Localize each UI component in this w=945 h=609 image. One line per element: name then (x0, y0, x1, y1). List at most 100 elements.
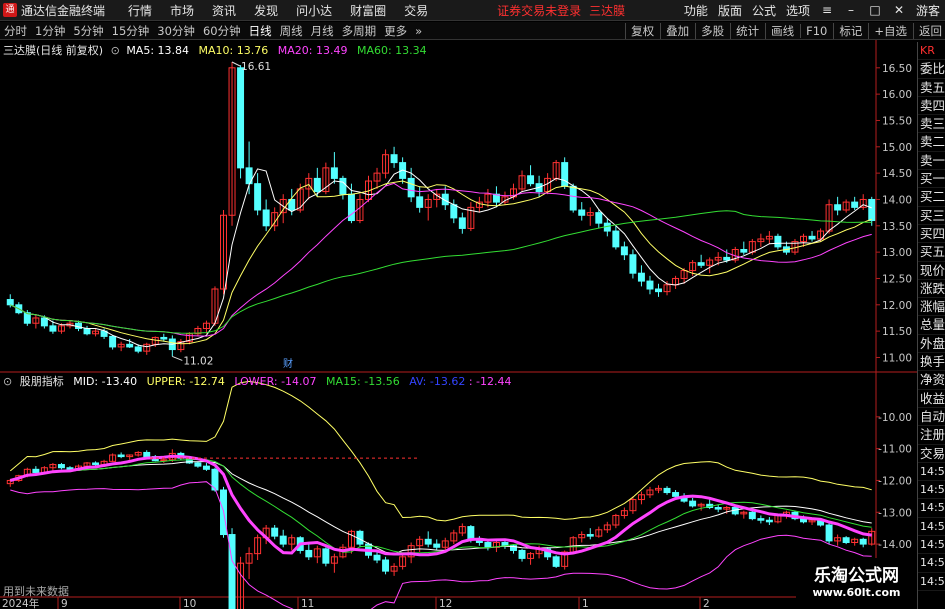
stats-button[interactable]: 统计 (730, 22, 759, 39)
side-tab-item[interactable]: 总量 (918, 316, 945, 335)
add-favorite-button[interactable]: +自选 (868, 22, 907, 39)
side-tab-item[interactable]: 注册 (918, 426, 945, 445)
sub-candle-body (663, 487, 671, 494)
candle-body (83, 328, 91, 335)
candle-body (569, 185, 577, 211)
side-tab-item[interactable]: 净资 (918, 371, 945, 390)
y-tick-label: 16.50 (882, 63, 912, 75)
sub-candle-body (194, 462, 202, 467)
side-tab-item[interactable]: 交易 (918, 445, 945, 463)
watermark-line1: 乐淘公式网 (814, 566, 899, 586)
settings-icon[interactable]: ⊙ (3, 375, 12, 388)
candle-body (646, 280, 654, 290)
side-tab-item[interactable]: 卖三 (918, 115, 945, 134)
side-tab-item[interactable]: 自动 (918, 408, 945, 427)
sub-lower-label: LOWER: -14.07 (234, 375, 317, 388)
period-day[interactable]: 日线 (249, 23, 272, 39)
period-60min[interactable]: 60分钟 (203, 23, 241, 39)
menu-bar: 通 通达信金融终端 行情 市场 资讯 发现 问小达 财富圈 交易 证券交易未登录… (0, 0, 945, 21)
ma20-line (10, 182, 872, 337)
side-tab-item[interactable]: 卖五 (918, 79, 945, 97)
side-tab-item[interactable]: 换手 (918, 353, 945, 372)
candle-body (407, 177, 415, 198)
menu-layout[interactable]: 版面 (718, 2, 742, 19)
side-tab-item[interactable]: 涨跌 (918, 280, 945, 299)
ma10-label: MA10: 13.76 (198, 44, 269, 57)
period-30min[interactable]: 30分钟 (157, 23, 195, 39)
sub-candle-body (714, 507, 722, 510)
side-tab-item[interactable]: 涨幅 (918, 298, 945, 317)
current-stock: 三达膜 (589, 3, 626, 18)
side-tab-item[interactable]: 买五 (918, 243, 945, 262)
sub-candle-body (143, 451, 151, 458)
side-tab-item[interactable]: 买二 (918, 188, 945, 207)
x-month-label: 2 (703, 598, 710, 609)
ma10-line (10, 180, 872, 345)
side-tab-item[interactable]: 买四 (918, 225, 945, 244)
minimize-icon[interactable]: – (844, 3, 858, 17)
chevron-right-icon[interactable]: » (415, 24, 422, 38)
user-guest[interactable]: 游客 (916, 2, 940, 19)
side-tab-item[interactable]: 收益 (918, 390, 945, 408)
close-icon[interactable]: ✕ (892, 3, 906, 17)
menu-formula[interactable]: 公式 (752, 2, 776, 19)
side-tab-item[interactable]: 委比 (918, 60, 945, 79)
side-tab-item[interactable]: 现价 (918, 262, 945, 280)
kr-tab[interactable]: KR (918, 42, 945, 61)
hamburger-icon[interactable]: ≡ (820, 3, 834, 17)
sub-candle-body (467, 526, 475, 540)
multi-stock-button[interactable]: 多股 (695, 22, 724, 39)
side-tab-item[interactable]: 外盘 (918, 335, 945, 354)
sub-mid-label: MID: -13.40 (73, 375, 138, 388)
mark-button[interactable]: 标记 (833, 22, 862, 39)
sub-upper-line (9, 380, 872, 522)
toolbar-right: 复权 叠加 多股 统计 画线 F10 标记 +自选 返回 (622, 22, 945, 39)
sub-candle-body (322, 548, 330, 564)
adjust-button[interactable]: 复权 (625, 22, 654, 39)
draw-button[interactable]: 画线 (765, 22, 794, 39)
ma5-label: MA5: 13.84 (126, 44, 190, 57)
menu-function[interactable]: 功能 (684, 2, 708, 19)
period-week[interactable]: 周线 (280, 23, 303, 39)
side-tab-item[interactable]: 卖四 (918, 97, 945, 116)
y-tick-label: 13.50 (882, 221, 912, 233)
trade-time: 14:55 (918, 481, 945, 500)
overlay-button[interactable]: 叠加 (660, 22, 689, 39)
sub-candle-body (586, 534, 594, 537)
chart-area[interactable]: 16.50 16.00 15.50 15.00 14.50 14.00 13.50 13.00… (0, 40, 917, 609)
kline-chart[interactable]: 16.50 16.00 15.50 15.00 14.50 14.00 13.50 13.00… (0, 40, 917, 609)
candle-body (237, 67, 245, 169)
back-button[interactable]: 返回 (913, 22, 942, 39)
menu-ask[interactable]: 问小达 (296, 2, 332, 19)
sub-upper-label: UPPER: -12.74 (146, 375, 225, 388)
sub-candle-body (305, 549, 313, 558)
f10-button[interactable]: F10 (800, 23, 827, 38)
period-more[interactable]: 更多 (384, 23, 407, 39)
watermark-line2: www.60lt.com (812, 586, 901, 599)
menu-discover[interactable]: 发现 (254, 2, 278, 19)
side-tab-item[interactable]: 卖一 (918, 152, 945, 171)
menu-options[interactable]: 选项 (786, 2, 810, 19)
period-multi[interactable]: 多周期 (342, 23, 377, 39)
sub-candle-body (271, 527, 279, 537)
settings-icon[interactable]: ⊙ (111, 44, 120, 57)
candle-body (262, 209, 270, 227)
period-15min[interactable]: 15分钟 (112, 23, 150, 39)
menu-market[interactable]: 行情 (128, 2, 152, 19)
app-name: 通达信金融终端 (21, 3, 106, 18)
side-tab-item[interactable]: 买一 (918, 170, 945, 189)
menu-wealth[interactable]: 财富圈 (350, 2, 386, 19)
y-tick-label: 12.00 (882, 300, 912, 312)
side-tab-item[interactable]: 卖二 (918, 133, 945, 152)
menu-trade[interactable]: 交易 (404, 2, 428, 19)
menu-markets[interactable]: 市场 (170, 2, 194, 19)
period-1min[interactable]: 1分钟 (35, 23, 65, 39)
period-month[interactable]: 月线 (311, 23, 334, 39)
login-status[interactable]: 证券交易未登录 (497, 2, 581, 19)
side-tab-item[interactable]: 买三 (918, 207, 945, 225)
period-5min[interactable]: 5分钟 (73, 23, 103, 39)
period-tick[interactable]: 分时 (4, 23, 27, 39)
maximize-icon[interactable]: □ (868, 3, 882, 17)
menu-news[interactable]: 资讯 (212, 2, 236, 19)
candle-body (723, 256, 731, 261)
